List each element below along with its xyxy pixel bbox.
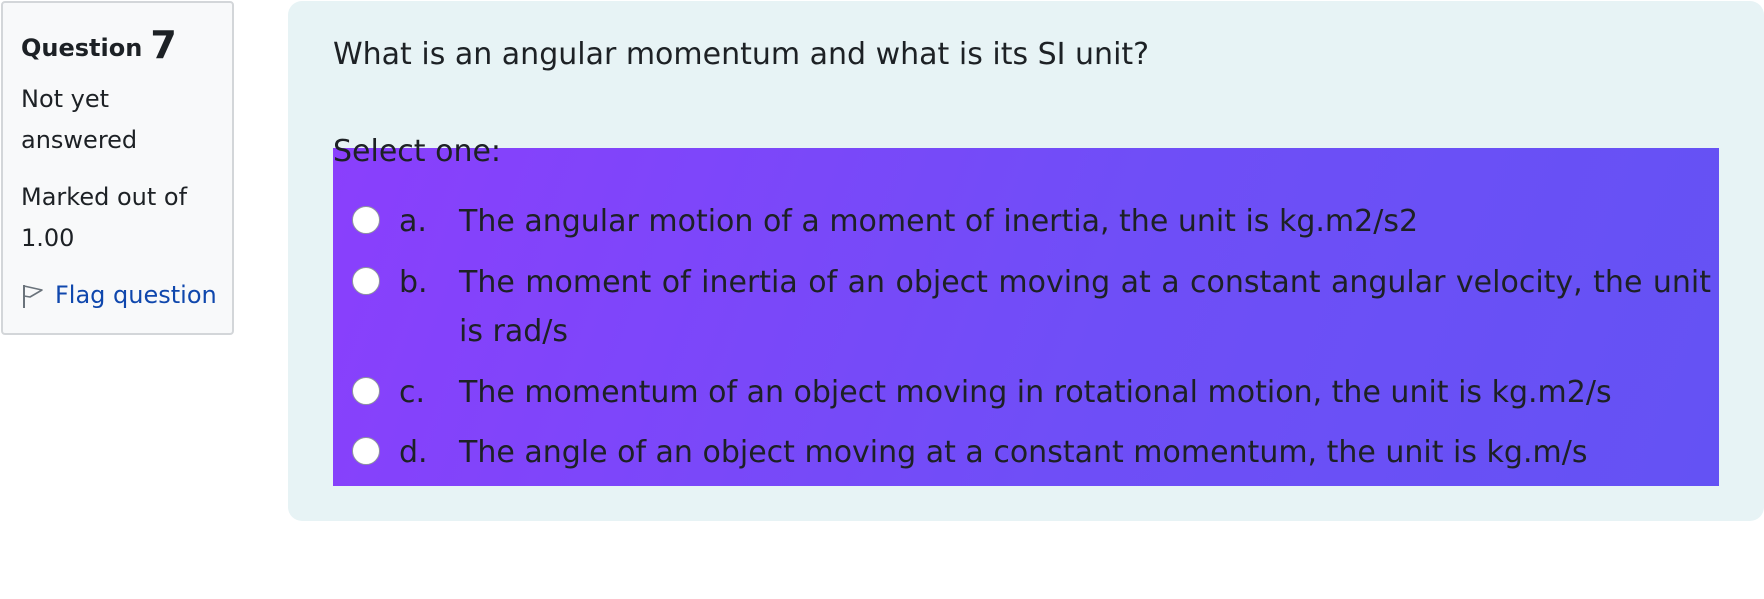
- answer-options: a. The angular motion of a moment of ine…: [333, 148, 1719, 486]
- radio-option-d[interactable]: [352, 437, 380, 465]
- question-grade: Marked out of 1.00: [21, 183, 188, 252]
- flag-question-link[interactable]: Flag question: [21, 275, 217, 316]
- option-letter: b.: [399, 265, 428, 300]
- option-text: The angular motion of a moment of inerti…: [459, 204, 1419, 239]
- answer-option-d[interactable]: d. The angle of an object moving at a co…: [333, 428, 1719, 477]
- answer-option-b[interactable]: b. The moment of inertia of an object mo…: [333, 258, 1719, 356]
- radio-option-b[interactable]: [352, 267, 380, 295]
- radio-option-c[interactable]: [352, 377, 380, 405]
- option-letter: a.: [399, 204, 427, 239]
- question-number: 7: [150, 23, 177, 67]
- question-info-panel: Question 7 Not yet answered Marked out of…: [1, 1, 234, 335]
- question-content: What is an angular momentum and what is …: [288, 1, 1764, 521]
- question-text: What is an angular momentum and what is …: [333, 37, 1150, 72]
- option-text: The momentum of an object moving in rota…: [459, 375, 1612, 410]
- select-one-prompt: Select one:: [333, 134, 502, 169]
- question-state: Not yet answered: [21, 85, 138, 154]
- option-letter: c.: [399, 375, 426, 410]
- question-number-heading: Question 7: [21, 19, 214, 71]
- answer-option-c[interactable]: c. The momentum of an object moving in r…: [333, 368, 1719, 417]
- radio-option-a[interactable]: [352, 206, 380, 234]
- answer-option-a[interactable]: a. The angular motion of a moment of ine…: [333, 197, 1719, 246]
- flag-question-label: Flag question: [55, 281, 217, 309]
- question-label: Question: [21, 34, 143, 62]
- flag-icon: [23, 284, 43, 308]
- option-text: The angle of an object moving at a const…: [459, 435, 1588, 470]
- option-text: The moment of inertia of an object movin…: [459, 265, 1711, 349]
- option-letter: d.: [399, 435, 428, 470]
